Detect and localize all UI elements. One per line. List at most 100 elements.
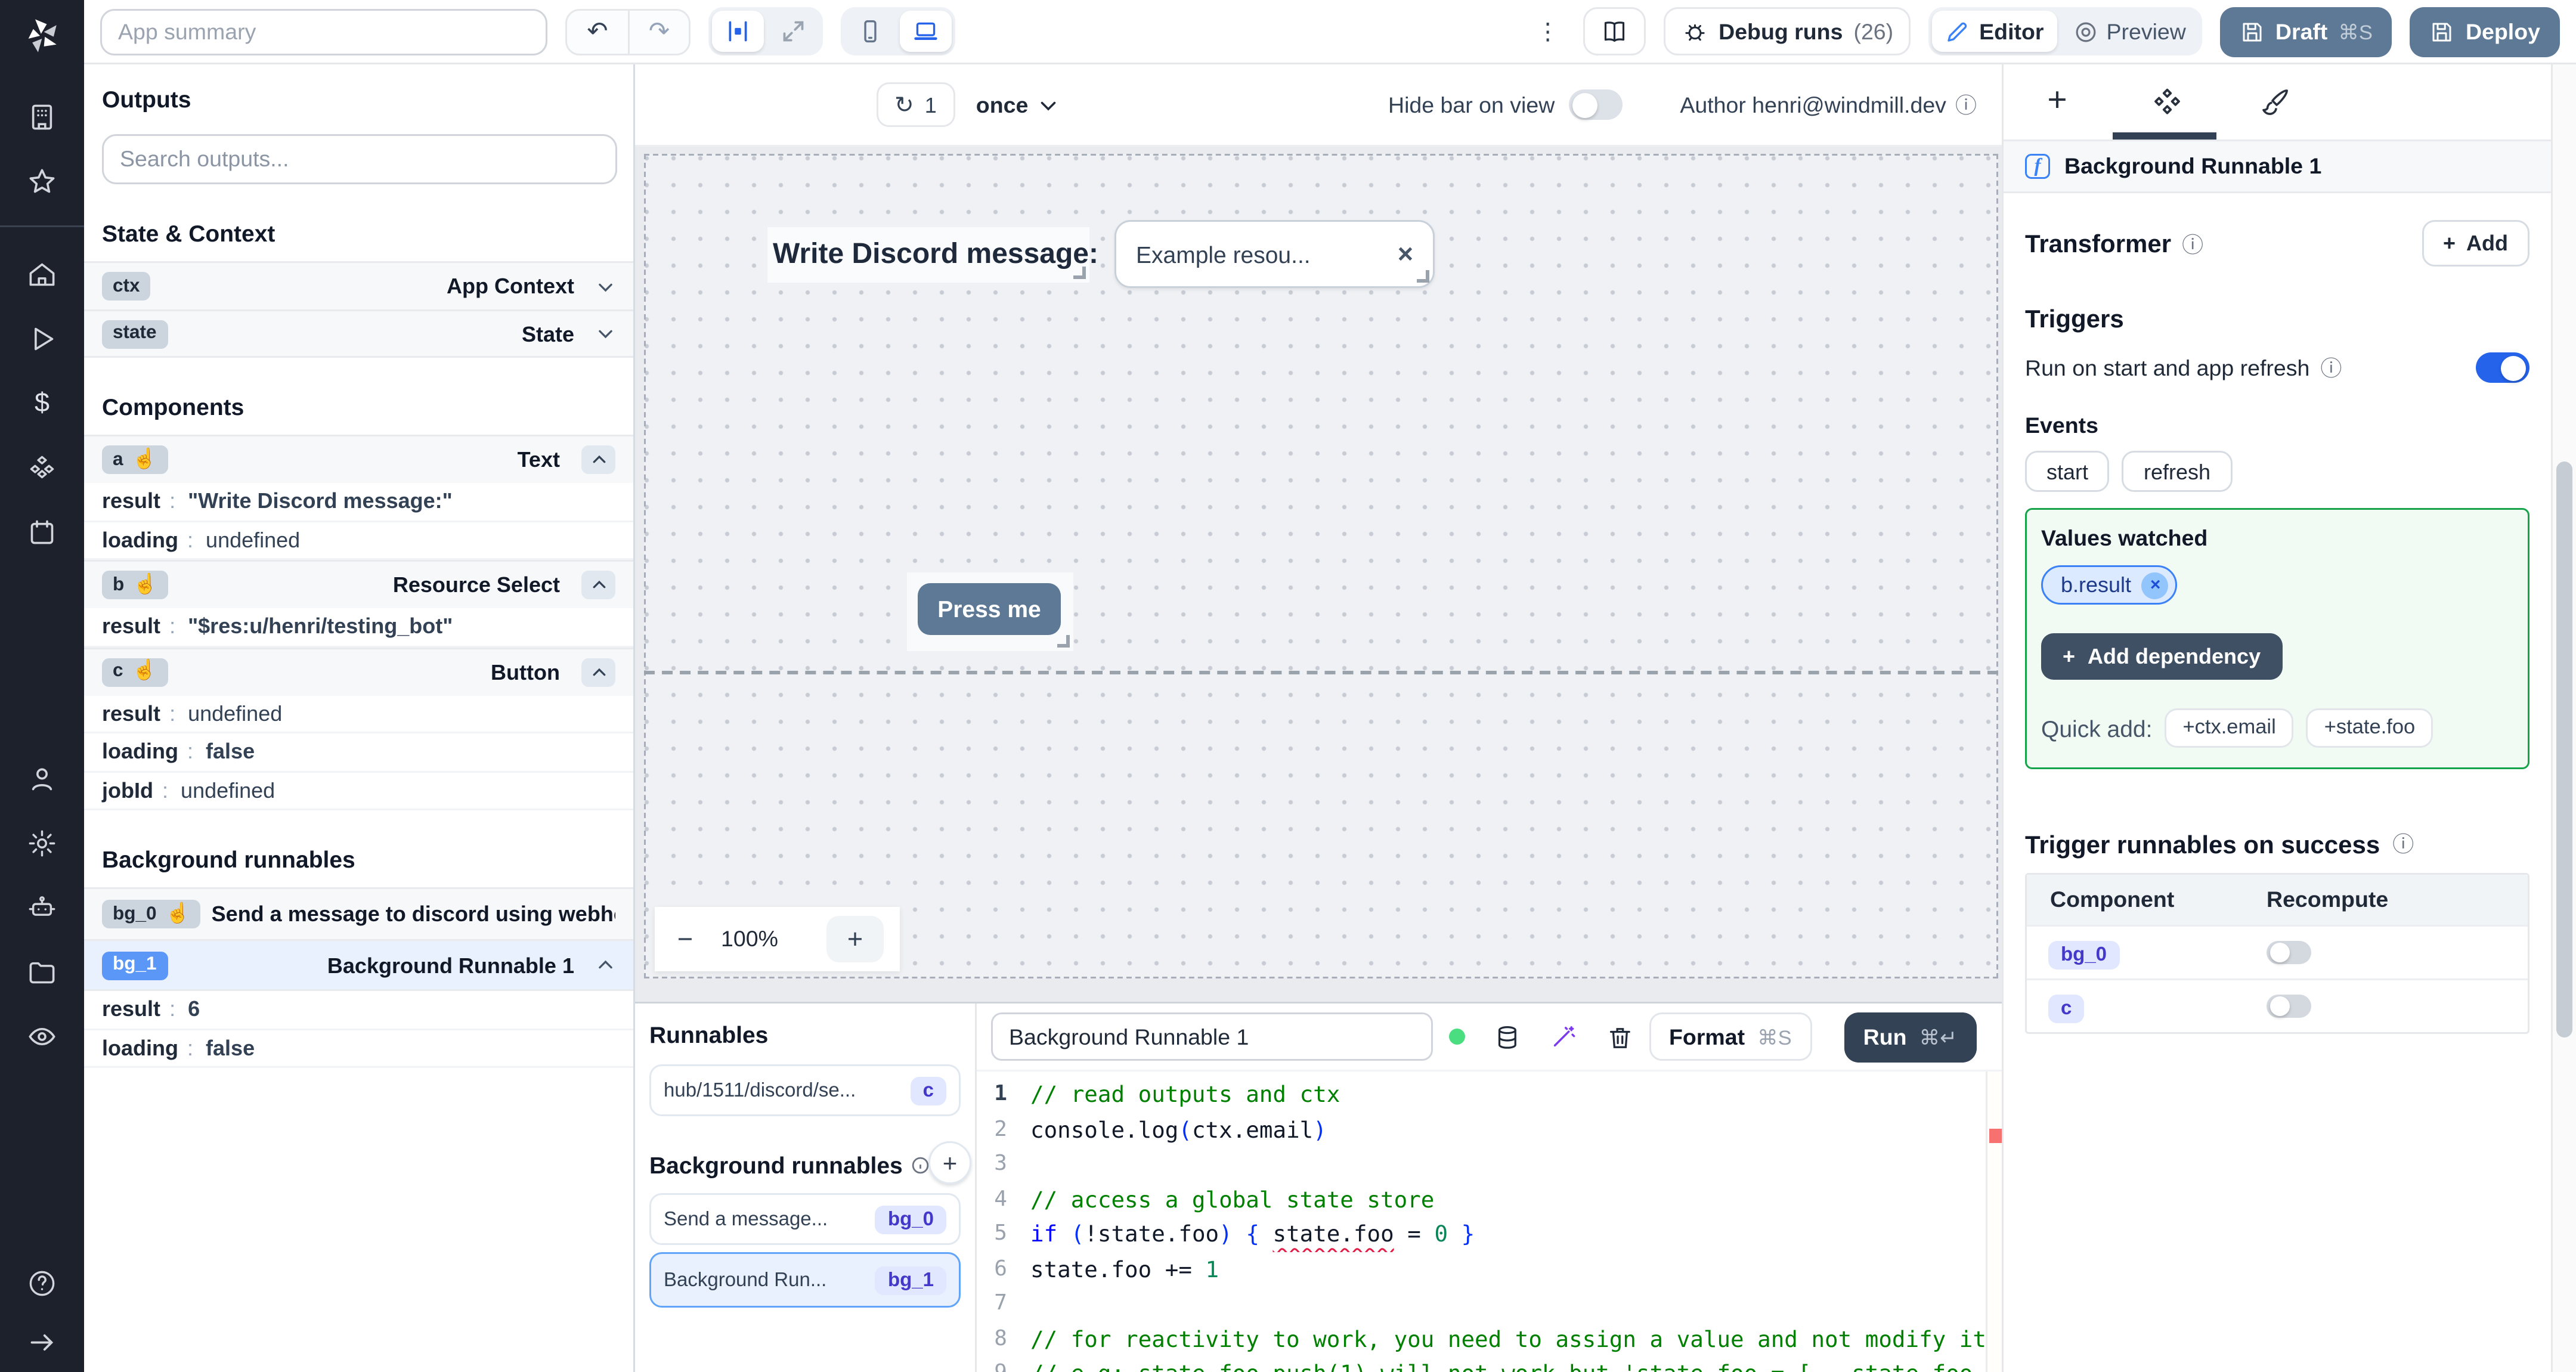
format-button[interactable]: Format ⌘S (1649, 1012, 1812, 1061)
tab-theme[interactable] (2258, 84, 2293, 120)
folders-icon[interactable] (27, 957, 57, 987)
code-area[interactable]: 1// read outputs and ctx 2 console.log(ctx… (977, 1070, 2002, 1372)
settings-gear-icon[interactable] (27, 828, 57, 859)
code-line[interactable]: 5 if (!state.foo) { state.foo = 0 } (977, 1216, 2002, 1252)
quick-add-state-foo[interactable]: +state.foo (2306, 708, 2433, 748)
desktop-view-button[interactable] (900, 11, 952, 52)
resize-handle[interactable] (1417, 270, 1429, 283)
app-summary-input[interactable] (100, 8, 547, 55)
hide-bar-toggle[interactable] (1569, 89, 1623, 120)
output-row-ctx[interactable]: ctx App Context (84, 261, 633, 309)
redo-button[interactable]: ↷ (628, 10, 689, 53)
collapse-arrow-icon[interactable] (27, 1327, 57, 1358)
apps-icon[interactable] (27, 102, 57, 132)
component-row-a[interactable]: a ☝ Text (84, 435, 633, 483)
draft-button[interactable]: Draft ⌘S (2219, 6, 2392, 57)
output-prop-row: loading: undefined (84, 521, 633, 560)
scrollbar-thumb[interactable] (2556, 462, 2572, 1037)
schedule-dropdown[interactable]: once (976, 92, 1059, 117)
watched-value-chip[interactable]: b.result × (2041, 565, 2178, 605)
runnable-item-hub[interactable]: hub/1511/discord/se... c (649, 1064, 961, 1116)
refresh-count-button[interactable]: ↻ 1 (877, 82, 955, 127)
code-line[interactable]: 1 // read outputs and ctx (977, 1077, 2002, 1112)
collapse-button[interactable] (581, 571, 615, 599)
docs-button[interactable] (1583, 7, 1646, 55)
add-dependency-button[interactable]: + Add dependency (2041, 633, 2283, 680)
deploy-label: Deploy (2465, 18, 2540, 44)
code-line[interactable]: 7 (977, 1286, 2002, 1321)
code-line[interactable]: 4 // access a global state store (977, 1182, 2002, 1217)
code-line[interactable]: 2 console.log(ctx.email) (977, 1112, 2002, 1147)
clear-select-icon[interactable]: × (1398, 239, 1413, 270)
remove-dependency-icon[interactable]: × (2142, 571, 2169, 599)
schedules-calendar-icon[interactable] (27, 517, 57, 547)
fullscreen-button[interactable] (767, 11, 819, 52)
workers-robot-icon[interactable] (27, 893, 57, 923)
tab-preview[interactable]: Preview (2060, 11, 2199, 52)
user-icon[interactable] (27, 764, 57, 794)
zoom-out-button[interactable]: − (671, 924, 699, 955)
quick-add-ctx-email[interactable]: +ctx.email (2165, 708, 2294, 748)
background-row-bg1[interactable]: bg_1 Background Runnable 1 (84, 939, 633, 991)
zoom-in-button[interactable]: + (826, 916, 884, 962)
run-label: Run (1863, 1024, 1907, 1049)
resize-handle[interactable] (1057, 635, 1070, 648)
info-icon[interactable]: ⓘ (2320, 352, 2342, 383)
tab-settings-active[interactable] (2148, 84, 2184, 120)
info-icon[interactable]: ⓘ (1955, 89, 1977, 120)
add-background-runnable-button[interactable]: + (928, 1141, 971, 1184)
info-icon[interactable]: ⓘ (2392, 828, 2414, 859)
database-icon[interactable] (1494, 1023, 1522, 1051)
variables-dollar-icon[interactable]: $ (27, 388, 57, 419)
resources-cubes-icon[interactable] (27, 453, 57, 483)
tab-editor[interactable]: Editor (1933, 11, 2057, 52)
centered-layout-button[interactable] (712, 11, 764, 52)
app-canvas[interactable]: Write Discord message: Example resou... … (644, 154, 1998, 978)
page-scrollbar[interactable] (2551, 64, 2576, 1372)
recompute-toggle-bg0[interactable] (2267, 941, 2311, 964)
info-icon[interactable]: ⓘ (2182, 228, 2203, 259)
windmill-logo[interactable] (19, 13, 66, 59)
delete-trash-icon[interactable] (1606, 1023, 1633, 1051)
runnable-item-bg0[interactable]: Send a message... bg_0 (649, 1193, 961, 1245)
text-component[interactable]: Write Discord message: (767, 227, 1098, 283)
recompute-toggle-c[interactable] (2267, 995, 2311, 1018)
output-row-state[interactable]: state State (84, 309, 633, 358)
event-chip-start[interactable]: start (2025, 451, 2110, 492)
collapse-button[interactable] (581, 445, 615, 474)
ai-wand-icon[interactable] (1550, 1023, 1577, 1051)
background-row-bg0[interactable]: bg_0 ☝ Send a message to discord using we… (84, 887, 633, 939)
event-chip-refresh[interactable]: refresh (2122, 451, 2233, 492)
runnable-item-bg1-selected[interactable]: Background Run... bg_1 (649, 1252, 961, 1308)
resource-select-component[interactable]: Example resou... × (1114, 220, 1435, 288)
favorites-star-icon[interactable] (27, 166, 57, 197)
code-line[interactable]: 3 (977, 1147, 2002, 1182)
home-icon[interactable] (27, 259, 57, 290)
code-line[interactable]: 8 // for reactivity to work, you need to … (977, 1321, 2002, 1356)
run-on-start-toggle[interactable] (2476, 352, 2529, 383)
canvas-header: ↻ 1 once Hide bar on view Author henri@w… (635, 64, 2002, 147)
tab-insert[interactable]: + (2039, 83, 2075, 120)
chevron-up-icon[interactable] (596, 955, 615, 975)
component-row-c[interactable]: c ☝ Button (84, 646, 633, 695)
resize-handle[interactable] (1073, 267, 1086, 279)
code-line[interactable]: 6 state.foo += 1 (977, 1252, 2002, 1287)
audit-eye-icon[interactable] (27, 1021, 57, 1052)
debug-runs-button[interactable]: Debug runs (26) (1663, 7, 1912, 55)
collapse-button[interactable] (581, 657, 615, 686)
chevron-down-icon[interactable] (596, 277, 615, 296)
runs-play-icon[interactable] (27, 324, 57, 354)
add-transformer-button[interactable]: + Add (2421, 220, 2529, 267)
runnable-name-input[interactable] (991, 1012, 1433, 1061)
component-row-b[interactable]: b ☝ Resource Select (84, 560, 633, 608)
deploy-button[interactable]: Deploy (2410, 6, 2560, 57)
mobile-view-button[interactable] (844, 11, 896, 52)
press-me-button[interactable]: Press me (918, 583, 1061, 635)
help-icon[interactable] (27, 1268, 57, 1299)
undo-button[interactable]: ↶ (567, 10, 628, 53)
search-outputs-input[interactable] (102, 134, 617, 184)
more-menu-button[interactable]: ⋮ (1532, 17, 1565, 46)
code-line[interactable]: 9 // e.g: state.foo.push(1) will not work… (977, 1356, 2002, 1372)
chevron-down-icon[interactable] (596, 324, 615, 343)
run-button[interactable]: Run ⌘↵ (1843, 1011, 1977, 1062)
